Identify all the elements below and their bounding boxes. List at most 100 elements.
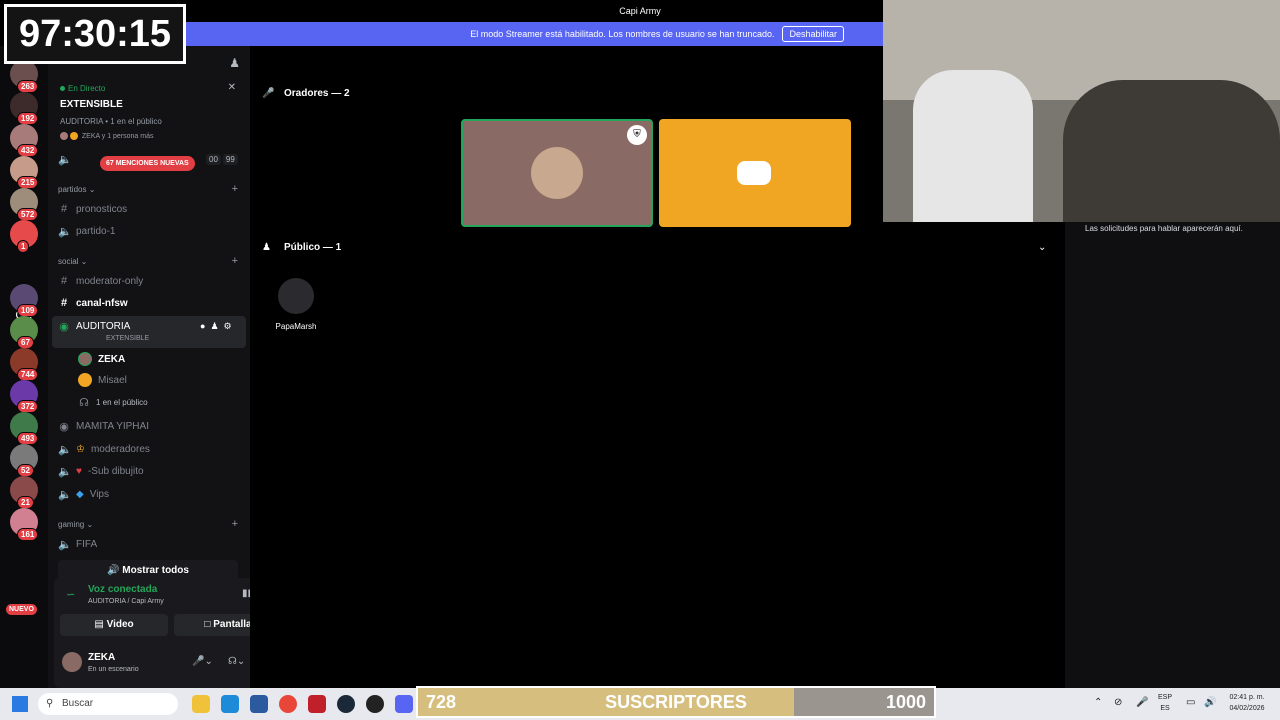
steam-icon[interactable] (337, 695, 355, 713)
live-stage-card[interactable]: En Directo ✕ EXTENSIBLE AUDITORIA • 1 en… (54, 74, 244, 154)
avatar (78, 373, 92, 387)
new-mentions-pill[interactable]: 67 MENCIONES NUEVAS (100, 156, 195, 171)
server-badge: 192 (17, 112, 39, 125)
channel-label: moderadores (90, 443, 150, 455)
avatar (60, 132, 68, 140)
windows-start-icon[interactable] (12, 696, 28, 712)
avatar (69, 132, 78, 140)
audience-count-row[interactable]: ☊ 1 en el público (78, 393, 147, 411)
server-icon[interactable]: 21 (10, 476, 38, 509)
discord-icon[interactable] (395, 695, 413, 713)
chevron-up-icon[interactable]: ⌃ (1094, 697, 1102, 708)
add-channel-icon[interactable]: + (232, 255, 238, 267)
add-channel-icon[interactable]: + (232, 518, 238, 530)
add-friend-icon[interactable]: ♟ (229, 56, 240, 70)
disable-streamer-button[interactable]: Deshabilitar (782, 26, 844, 42)
taskbar-search[interactable]: ⚲ Buscar (38, 693, 178, 715)
speaker-tile-misael[interactable] (659, 119, 851, 227)
signal-icon: ∽ (66, 589, 76, 601)
channel-pronosticos[interactable]: # pronosticos (58, 200, 127, 218)
edge-icon[interactable] (221, 695, 239, 713)
server-icon[interactable]: 215 (10, 156, 39, 189)
chat-icon[interactable]: ● (200, 321, 205, 332)
headphones-icon[interactable]: ☊⌄ (228, 656, 245, 667)
voice-channel-row[interactable]: 🔈 (58, 150, 72, 168)
speaker-icon: 🔈 (58, 538, 72, 551)
channel-mamita[interactable]: ◉ MAMITA YIPHAI (58, 417, 149, 435)
webcam-person (1063, 80, 1280, 222)
channel-moderator-only[interactable]: # moderator-only (58, 272, 143, 290)
channel-label: FIFA (76, 538, 98, 550)
add-channel-icon[interactable]: + (232, 183, 238, 195)
channel-vips[interactable]: 🔈 ◆ Vips (58, 485, 109, 503)
channel-fifa[interactable]: 🔈 FIFA (58, 535, 97, 553)
server-badge: 67 (17, 336, 34, 349)
audience-avatar[interactable] (278, 278, 314, 314)
voice-location[interactable]: AUDITORIA / Capi Army (88, 598, 164, 605)
language-indicator[interactable]: ESP ES (1158, 692, 1172, 714)
search-placeholder: Buscar (62, 698, 94, 709)
mention-count: 99 (222, 154, 238, 165)
server-icon[interactable]: 372 (10, 380, 39, 413)
speaker-tile-zeka[interactable]: ⛨ (461, 119, 653, 227)
invite-icon[interactable]: ♟ (210, 321, 218, 332)
user-name[interactable]: ZEKA (88, 652, 115, 663)
server-icon[interactable]: 192 (10, 92, 39, 125)
channel-sub-dibujito[interactable]: 🔈 ♥ -Sub dibujito (58, 462, 144, 480)
stream-timer: 97:30:15 (4, 4, 186, 64)
voice-status[interactable]: Voz conectada (88, 584, 157, 595)
channel-label: canal-nfsw (76, 297, 128, 309)
server-icon[interactable]: 263 (10, 60, 39, 93)
avatar (531, 147, 583, 199)
server-badge: 572 (17, 208, 39, 221)
store-icon[interactable] (250, 695, 268, 713)
server-icon[interactable]: 67 (10, 316, 38, 349)
mic-icon[interactable]: 🎤 (1136, 697, 1148, 708)
webcam-person (913, 70, 1033, 222)
language-region: ES (1160, 705, 1170, 712)
obs-icon[interactable] (366, 695, 384, 713)
server-icon[interactable]: 432 (10, 124, 39, 157)
speakers-title: Oradores — 2 (284, 88, 350, 99)
chevron-down-icon[interactable]: ⌄ (1038, 242, 1046, 253)
display-icon[interactable]: ▭ (1186, 697, 1195, 708)
channel-label: moderator-only (76, 275, 144, 287)
server-icon[interactable]: 161 (10, 508, 39, 541)
channel-sidebar: ♟ En Directo ✕ EXTENSIBLE AUDITORIA • 1 … (48, 46, 292, 688)
participant-misael[interactable]: Misael (78, 371, 127, 389)
channel-moderadores[interactable]: 🔈 ♔ moderadores (58, 440, 150, 458)
server-icon[interactable]: 572 (10, 188, 39, 221)
category-gaming[interactable]: gaming ⌄ (58, 520, 93, 529)
category-partidos[interactable]: partidos ⌄ (58, 185, 95, 194)
close-icon[interactable]: ✕ (228, 82, 236, 93)
volume-icon[interactable]: 🔊 (1204, 697, 1216, 708)
file-explorer-icon[interactable] (192, 695, 210, 713)
server-badge: 109 (17, 304, 39, 317)
channel-partido-1[interactable]: 🔈 partido-1 (58, 222, 115, 240)
network-icon[interactable]: ⊘ (1114, 697, 1122, 708)
chrome-icon[interactable] (279, 695, 297, 713)
audience-member-name[interactable]: PapaMarsh (270, 322, 322, 331)
video-button[interactable]: ▤ Video (60, 614, 168, 636)
clock[interactable]: 02:41 p. m. 04/02/2026 (1222, 692, 1272, 714)
category-social[interactable]: social ⌄ (58, 257, 87, 266)
new-badge[interactable]: NUEVO (6, 604, 37, 615)
speaker-icon: 🔈 (58, 153, 72, 166)
mic-icon[interactable]: 🎤⌄ (192, 656, 213, 667)
app-icon[interactable] (308, 695, 326, 713)
channel-label: pronosticos (76, 203, 128, 215)
stage-icon: ◉ (59, 420, 69, 433)
language-code: ESP (1158, 694, 1173, 701)
participant-zeka[interactable]: ZEKA (78, 350, 125, 368)
server-icon[interactable]: 52 (10, 444, 38, 477)
channel-canal-nfsw[interactable]: # canal-nfsw (58, 294, 128, 312)
avatar[interactable] (62, 652, 82, 672)
hash-icon: # (60, 297, 68, 309)
server-icon[interactable]: 1 (10, 220, 38, 253)
streamer-mode-banner: El modo Streamer está habilitado. Los no… (186, 22, 884, 46)
server-icon[interactable]: 744 (10, 348, 39, 381)
stage-channel-row[interactable]: ◉ AUDITORIA (58, 317, 130, 335)
gear-icon[interactable]: ⚙ (224, 321, 232, 332)
server-icon[interactable]: 493 (10, 412, 39, 445)
server-icon[interactable]: 109 (10, 284, 39, 317)
